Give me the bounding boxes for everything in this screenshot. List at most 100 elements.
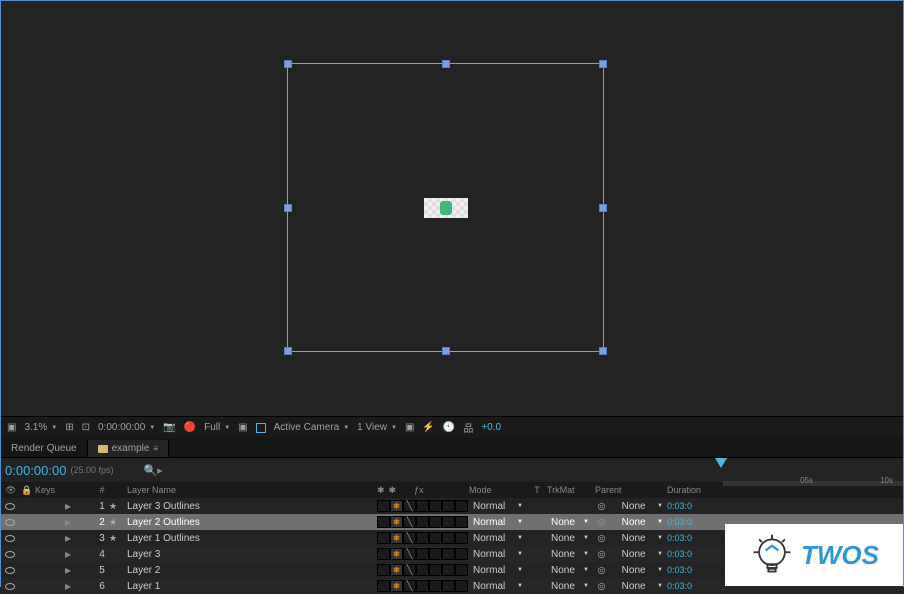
twirl-icon[interactable]: ▶ (65, 550, 71, 559)
transparency-grid-icon[interactable] (256, 423, 266, 433)
current-time-indicator[interactable]: 0:00:00:00 (5, 463, 66, 478)
visibility-toggle[interactable] (5, 503, 15, 510)
adjustment-switch[interactable] (455, 564, 468, 576)
trkmat-dropdown[interactable]: None▼ (547, 531, 593, 545)
resolution-dropdown[interactable]: Full (204, 422, 230, 433)
twirl-icon[interactable]: ▶ (65, 518, 71, 527)
layer-name[interactable]: Layer 1 Outlines (123, 533, 377, 544)
layer-name-column-header[interactable]: Layer Name (123, 485, 377, 495)
motion-blur-switch[interactable] (442, 548, 455, 560)
current-time-display[interactable]: 0:00:00:00 (98, 422, 155, 433)
camera-dropdown[interactable]: Active Camera (274, 422, 350, 433)
shy-switch[interactable] (377, 548, 390, 560)
parent-dropdown[interactable]: ⊚None▼ (593, 499, 667, 513)
quality-switch[interactable]: ╲ (403, 580, 416, 592)
blend-mode-dropdown[interactable]: Normal▼ (469, 499, 527, 513)
playhead[interactable] (715, 458, 727, 468)
quality-switch[interactable]: ╲ (403, 548, 416, 560)
frame-blend-switch[interactable] (429, 532, 442, 544)
layer-duration[interactable]: 0:03:0 (667, 581, 692, 591)
zoom-dropdown[interactable]: 3.1% (24, 422, 57, 433)
twirl-icon[interactable]: ▶ (65, 502, 71, 511)
fx-switch[interactable] (416, 564, 429, 576)
blend-mode-dropdown[interactable]: Normal▼ (469, 547, 527, 561)
fx-switch[interactable] (416, 500, 429, 512)
collapse-switch[interactable]: ✱ (390, 580, 403, 592)
duration-column-header[interactable]: Duration (667, 485, 727, 495)
blend-mode-dropdown[interactable]: Normal▼ (469, 531, 527, 545)
twirl-icon[interactable]: ▶ (65, 566, 71, 575)
parent-dropdown[interactable]: ⊚None▼ (593, 547, 667, 561)
search-icon[interactable]: 🔍▸ (143, 464, 162, 477)
tab-render-queue[interactable]: Render Queue (1, 440, 88, 457)
layer-duration[interactable]: 0:03:0 (667, 549, 692, 559)
transform-handle[interactable] (599, 204, 607, 212)
blend-mode-dropdown[interactable]: Normal▼ (469, 563, 527, 577)
channel-icon[interactable]: 🔴 (184, 422, 196, 433)
frame-blend-switch[interactable] (429, 564, 442, 576)
mode-column-header[interactable]: Mode (469, 485, 527, 495)
transform-handle[interactable] (284, 60, 292, 68)
pickwhip-icon[interactable]: ⊚ (597, 564, 606, 577)
layer-duration[interactable]: 0:03:0 (667, 517, 692, 527)
parent-column-header[interactable]: Parent (593, 485, 667, 495)
shy-switch[interactable] (377, 532, 390, 544)
collapse-switch[interactable]: ✱ (390, 564, 403, 576)
layer-duration[interactable]: 0:03:0 (667, 533, 692, 543)
layer-content-preview[interactable] (424, 198, 468, 218)
motion-blur-switch[interactable] (442, 500, 455, 512)
shy-switch[interactable] (377, 516, 390, 528)
layer-duration[interactable]: 0:03:0 (667, 565, 692, 575)
collapse-switch[interactable]: ✱ (390, 516, 403, 528)
motion-blur-switch[interactable] (442, 532, 455, 544)
fx-switch[interactable] (416, 532, 429, 544)
transform-handle[interactable] (284, 347, 292, 355)
collapse-switch[interactable]: ✱ (390, 548, 403, 560)
time-ruler[interactable]: 05s 10s (723, 476, 903, 486)
parent-dropdown[interactable]: ⊚None▼ (593, 563, 667, 577)
visibility-toggle[interactable] (5, 519, 15, 526)
visibility-toggle[interactable] (5, 583, 15, 590)
always-preview-icon[interactable]: ▣ (7, 422, 16, 433)
parent-dropdown[interactable]: ⊚None▼ (593, 579, 667, 593)
parent-dropdown[interactable]: ⊚None▼ (593, 531, 667, 545)
trkmat-column-header[interactable]: TrkMat (547, 485, 593, 495)
timeline-icon[interactable]: 🕙 (443, 422, 455, 433)
blend-mode-dropdown[interactable]: Normal▼ (469, 515, 527, 529)
fx-switch[interactable] (416, 580, 429, 592)
quality-switch[interactable]: ╲ (403, 500, 416, 512)
layer-name[interactable]: Layer 1 (123, 581, 377, 592)
transform-handle[interactable] (442, 60, 450, 68)
roi-icon[interactable]: ▣ (238, 422, 247, 433)
mask-toggle-icon[interactable]: ⊡ (82, 422, 90, 433)
transform-handle[interactable] (599, 347, 607, 355)
pickwhip-icon[interactable]: ⊚ (597, 500, 606, 513)
transform-handle[interactable] (599, 60, 607, 68)
visibility-toggle[interactable] (5, 551, 15, 558)
composition-viewport[interactable] (1, 1, 903, 416)
twirl-icon[interactable]: ▶ (65, 534, 71, 543)
adjustment-switch[interactable] (455, 532, 468, 544)
visibility-toggle[interactable] (5, 535, 15, 542)
frame-blend-switch[interactable] (429, 580, 442, 592)
adjustment-switch[interactable] (455, 580, 468, 592)
shy-switch[interactable] (377, 500, 390, 512)
twirl-icon[interactable]: ▶ (65, 582, 71, 591)
flowchart-icon[interactable]: 品 (463, 420, 473, 435)
layer-name[interactable]: Layer 2 Outlines (123, 517, 377, 528)
motion-blur-switch[interactable] (442, 564, 455, 576)
blend-mode-dropdown[interactable]: Normal▼ (469, 579, 527, 593)
trkmat-dropdown[interactable]: None▼ (547, 547, 593, 561)
shy-switch[interactable] (377, 580, 390, 592)
frame-blend-switch[interactable] (429, 500, 442, 512)
pickwhip-icon[interactable]: ⊚ (597, 548, 606, 561)
layer-bounding-box[interactable] (287, 63, 604, 352)
trkmat-dropdown[interactable]: None▼ (547, 515, 593, 529)
snapshot-icon[interactable]: 📷 (163, 422, 175, 433)
adjustment-switch[interactable] (455, 500, 468, 512)
frame-blend-switch[interactable] (429, 516, 442, 528)
layer-name[interactable]: Layer 2 (123, 565, 377, 576)
view-layout-dropdown[interactable]: 1 View (357, 422, 397, 433)
adjustment-switch[interactable] (455, 548, 468, 560)
fx-switch[interactable] (416, 548, 429, 560)
